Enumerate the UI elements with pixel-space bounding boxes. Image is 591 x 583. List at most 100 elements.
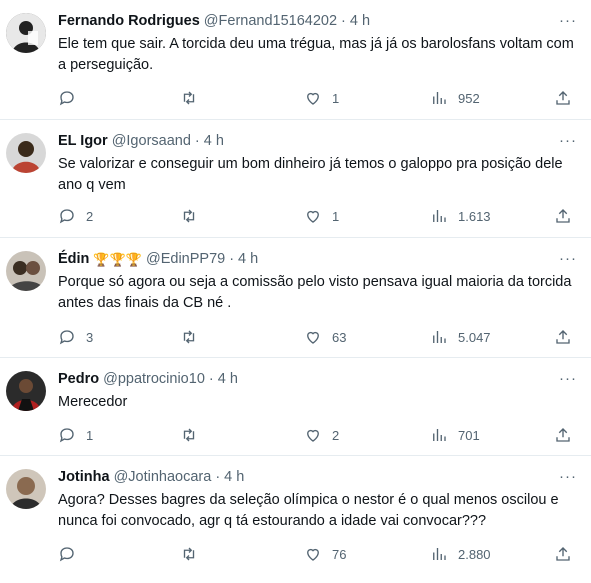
tweet[interactable]: EL Igor @Igorsaand · 4 h ··· Se valoriza… xyxy=(0,120,591,238)
trophy-badges: 🏆🏆🏆 xyxy=(93,252,142,267)
views-button[interactable]: 952 xyxy=(430,88,480,108)
separator-dot: · xyxy=(215,469,221,485)
like-button[interactable]: 76 xyxy=(304,544,346,564)
display-name[interactable]: Fernando Rodrigues xyxy=(58,12,200,31)
reply-button[interactable]: 3 xyxy=(58,327,93,347)
views-button[interactable]: 701 xyxy=(430,425,480,445)
like-count: 63 xyxy=(332,329,347,345)
avatar[interactable] xyxy=(6,251,46,291)
user-handle[interactable]: @ppatrocinio10 xyxy=(103,370,205,389)
retweet-icon xyxy=(183,91,195,105)
more-options-icon[interactable]: ··· xyxy=(559,12,577,29)
tweet[interactable]: Édin 🏆🏆🏆 @EdinPP79 · 4 h ··· Porque só a… xyxy=(0,238,591,358)
heart-icon xyxy=(307,92,319,105)
more-options-icon[interactable]: ··· xyxy=(559,370,577,387)
views-button[interactable]: 1.613 xyxy=(430,206,491,226)
views-chart-icon xyxy=(433,429,446,441)
retweet-button[interactable] xyxy=(180,544,208,564)
timestamp[interactable]: 4 h xyxy=(350,12,370,31)
tweet[interactable]: Pedro @ppatrocinio10 · 4 h ··· Merecedor… xyxy=(0,358,591,456)
view-count: 2.880 xyxy=(458,546,491,562)
action-bar: 1 952 xyxy=(58,88,581,108)
share-button[interactable] xyxy=(554,206,572,226)
tweet[interactable]: Fernando Rodrigues @Fernand15164202 · 4 … xyxy=(0,0,591,120)
share-icon xyxy=(556,547,570,561)
user-handle[interactable]: @Igorsaand xyxy=(112,132,191,151)
views-chart-icon xyxy=(433,548,446,560)
tweet-header: Jotinha @Jotinhaocara · 4 h xyxy=(58,468,583,487)
view-count: 701 xyxy=(458,427,480,443)
share-icon xyxy=(556,209,570,223)
avatar[interactable] xyxy=(6,469,46,509)
reply-button[interactable]: 2 xyxy=(58,206,93,226)
reply-icon xyxy=(59,428,74,443)
display-name[interactable]: Jotinha xyxy=(58,468,110,487)
timestamp[interactable]: 4 h xyxy=(204,132,224,151)
display-name[interactable]: EL Igor xyxy=(58,132,108,151)
heart-icon xyxy=(307,331,319,344)
reply-button[interactable] xyxy=(58,544,86,564)
more-options-icon[interactable]: ··· xyxy=(559,132,577,149)
separator-dot: · xyxy=(229,251,235,267)
user-handle[interactable]: @EdinPP79 xyxy=(146,250,225,269)
like-button[interactable]: 1 xyxy=(304,206,339,226)
like-button[interactable]: 2 xyxy=(304,425,339,445)
views-chart-icon xyxy=(433,210,446,222)
views-button[interactable]: 5.047 xyxy=(430,327,491,347)
reply-button[interactable] xyxy=(58,88,86,108)
view-count: 5.047 xyxy=(458,329,491,345)
retweet-button[interactable] xyxy=(180,425,208,445)
user-handle[interactable]: @Fernand15164202 xyxy=(204,12,337,31)
user-handle[interactable]: @Jotinhaocara xyxy=(114,468,212,487)
retweet-button[interactable] xyxy=(180,88,208,108)
share-button[interactable] xyxy=(554,425,572,445)
like-count: 1 xyxy=(332,208,340,224)
separator-dot: · xyxy=(208,371,214,387)
tweet[interactable]: Jotinha @Jotinhaocara · 4 h ··· Agora? D… xyxy=(0,456,591,583)
avatar[interactable] xyxy=(6,371,46,411)
display-name[interactable]: Pedro xyxy=(58,370,99,389)
retweet-button[interactable] xyxy=(180,206,208,226)
avatar[interactable] xyxy=(6,133,46,173)
tweet-header: Édin 🏆🏆🏆 @EdinPP79 · 4 h xyxy=(58,250,583,269)
share-button[interactable] xyxy=(554,88,572,108)
reply-count: 1 xyxy=(86,427,94,443)
more-options-icon[interactable]: ··· xyxy=(559,250,577,267)
share-icon xyxy=(556,91,570,105)
action-bar: 3 63 5.047 xyxy=(58,327,581,347)
like-count: 1 xyxy=(332,90,340,106)
share-button[interactable] xyxy=(554,544,572,564)
reply-count: 3 xyxy=(86,329,94,345)
tweet-text: Ele tem que sair. A torcida deu uma trég… xyxy=(58,36,574,73)
like-count: 2 xyxy=(332,427,340,443)
retweet-icon xyxy=(183,209,195,223)
reply-button[interactable]: 1 xyxy=(58,425,93,445)
views-chart-icon xyxy=(433,92,446,104)
retweet-icon xyxy=(183,330,195,344)
tweet-text: Porque só agora ou seja a comissão pelo … xyxy=(58,274,572,311)
like-button[interactable]: 63 xyxy=(304,327,346,347)
tweet-header: Fernando Rodrigues @Fernand15164202 · 4 … xyxy=(58,12,583,31)
reply-icon xyxy=(59,91,74,106)
timestamp[interactable]: 4 h xyxy=(224,468,244,487)
timestamp[interactable]: 4 h xyxy=(238,250,258,269)
share-button[interactable] xyxy=(554,327,572,347)
retweet-button[interactable] xyxy=(180,327,208,347)
more-options-icon[interactable]: ··· xyxy=(559,468,577,485)
retweet-icon xyxy=(183,547,195,561)
views-button[interactable]: 2.880 xyxy=(430,544,491,564)
like-button[interactable]: 1 xyxy=(304,88,339,108)
share-icon xyxy=(556,330,570,344)
timestamp[interactable]: 4 h xyxy=(218,370,238,389)
heart-icon xyxy=(307,429,319,442)
share-icon xyxy=(556,428,570,442)
display-name[interactable]: Édin xyxy=(58,250,89,269)
tweet-header: EL Igor @Igorsaand · 4 h xyxy=(58,132,583,151)
action-bar: 76 2.880 xyxy=(58,544,581,564)
avatar[interactable] xyxy=(6,13,46,53)
heart-icon xyxy=(307,548,319,561)
reply-icon xyxy=(59,330,74,345)
view-count: 952 xyxy=(458,90,480,106)
action-bar: 1 2 701 xyxy=(58,425,581,445)
retweet-icon xyxy=(183,428,195,442)
